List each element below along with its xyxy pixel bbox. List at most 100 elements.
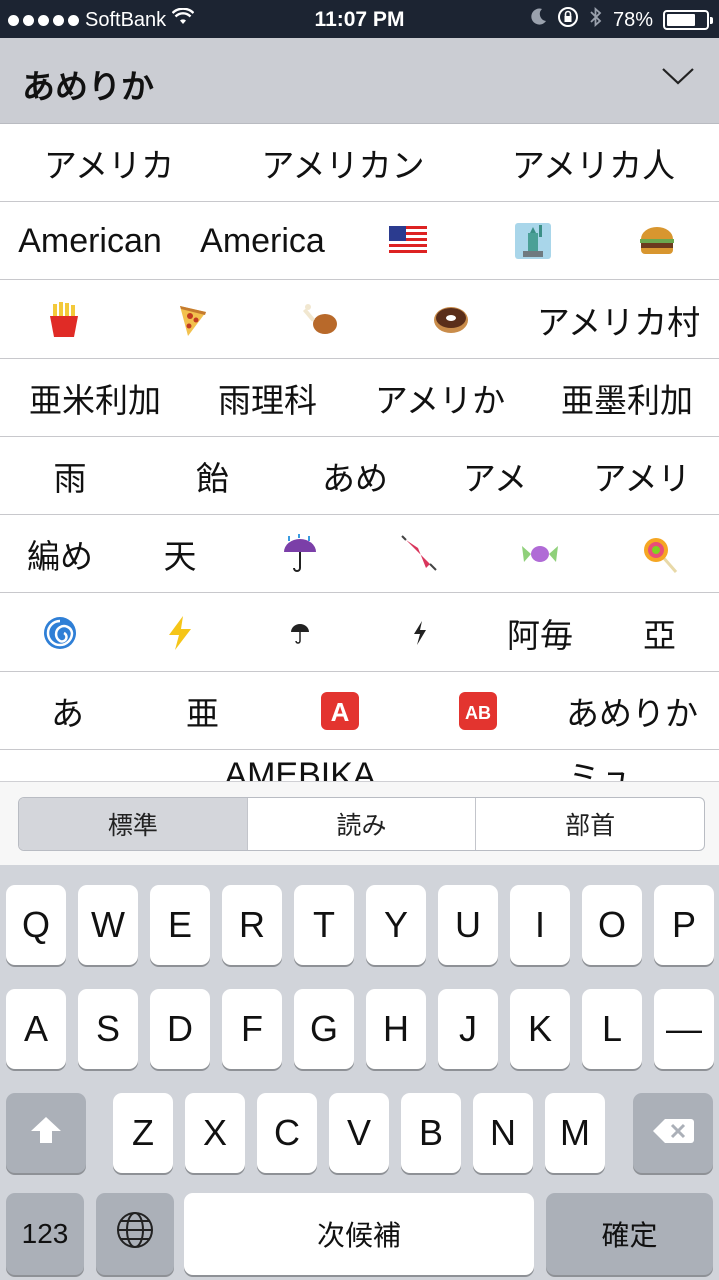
candidate-item[interactable]: 天 [120,515,240,593]
svg-text:A: A [331,697,350,727]
candidate-item[interactable]: ミュ [520,736,680,781]
key-b[interactable]: B [401,1093,461,1173]
key-n[interactable]: N [473,1093,533,1173]
candidate-row: 雨 飴 あめ アメ アメリ [0,437,719,515]
svg-text:AB: AB [465,703,491,723]
shift-arrow-icon [29,1112,63,1154]
segment-standard[interactable]: 標準 [19,798,248,850]
pizza-icon[interactable] [128,281,258,359]
candidate-item[interactable]: あめ [285,437,425,515]
candidate-item[interactable]: アメリカン [218,124,468,202]
lollipop-icon[interactable] [600,515,719,593]
key-u[interactable]: U [438,885,498,965]
candidate-item[interactable]: 亜米利加 [0,359,190,437]
battery-percent: 78% [612,8,653,31]
statue-of-liberty-icon[interactable] [470,202,595,280]
candidate-item[interactable]: あ [0,672,135,750]
key-m[interactable]: M [545,1093,605,1173]
candidate-row: アメリカ村 [0,281,719,359]
key-s[interactable]: S [78,989,138,1069]
candidate-bar: あめりか [0,38,719,124]
key-c[interactable]: C [257,1093,317,1173]
key-o[interactable]: O [582,885,642,965]
hamburger-icon[interactable] [595,202,719,280]
candidate-item[interactable]: アメリカ [0,124,218,202]
shift-key[interactable] [6,1093,86,1173]
segment-reading[interactable]: 読み [248,798,477,850]
candidate-item[interactable]: アメリカ人 [468,124,719,202]
numbers-key[interactable]: 123 [6,1193,84,1275]
globe-key[interactable] [96,1193,174,1275]
delete-key[interactable] [633,1093,713,1173]
candidate-row: アメリカ アメリカン アメリカ人 [0,124,719,202]
candidate-item[interactable]: 阿毎 [480,594,600,672]
candidate-item[interactable]: 亜墨利加 [535,359,719,437]
high-voltage-icon[interactable] [120,594,240,672]
candidate-item[interactable]: American [0,202,180,280]
key-j[interactable]: J [438,989,498,1069]
key-f[interactable]: F [222,989,282,1069]
candy-icon[interactable] [480,515,600,593]
keyboard: Q W E R T Y U I O P A S D F G H J K L — … [0,865,719,1280]
key-t[interactable]: T [294,885,354,965]
key-r[interactable]: R [222,885,282,965]
bluetooth-icon [589,6,603,34]
candidate-row: 亜米利加 雨理科 アメリか 亜墨利加 [0,359,719,437]
candidate-row-partial: AMEBIKA ミュ [0,750,719,782]
candidate-row: 編め 天 [0,515,719,593]
cyclone-icon[interactable] [0,594,120,672]
conversion-mode-segmented-control: 標準 読み 部首 [18,797,705,851]
status-right: 78% [531,6,713,34]
candidate-row: American America [0,202,719,280]
lightning-small-icon[interactable] [360,594,480,672]
umbrella-small-icon[interactable] [240,594,360,672]
candidate-item[interactable]: America [180,202,345,280]
key-p[interactable]: P [654,885,714,965]
key-w[interactable]: W [78,885,138,965]
backspace-icon [651,1112,695,1154]
key-z[interactable]: Z [113,1093,173,1173]
candidate-item[interactable]: 亞 [600,594,719,672]
confirm-key[interactable]: 確定 [546,1193,713,1275]
poultry-leg-icon[interactable] [258,281,383,359]
candidate-item[interactable]: 雨 [0,437,140,515]
candidate-item[interactable]: 雨理科 [190,359,345,437]
key-v[interactable]: V [329,1093,389,1173]
candidate-row: 阿毎 亞 [0,594,719,672]
moon-icon [531,8,547,32]
rotation-lock-icon [557,6,579,34]
key-x[interactable]: X [185,1093,245,1173]
candidate-item[interactable]: アメリ [565,437,719,515]
closed-umbrella-icon[interactable] [360,515,480,593]
key-a[interactable]: A [6,989,66,1069]
segment-radical[interactable]: 部首 [476,798,704,850]
key-q[interactable]: Q [6,885,66,965]
key-l[interactable]: L [582,989,642,1069]
status-bar: SoftBank 11:07 PM 78% [0,0,719,38]
candidate-item[interactable]: アメ [425,437,565,515]
conversion-mode-area: 標準 読み 部首 [0,781,719,866]
globe-icon [116,1211,154,1258]
candidate-item[interactable]: 編め [0,515,120,593]
umbrella-rain-icon[interactable] [240,515,360,593]
key-i[interactable]: I [510,885,570,965]
candidate-item[interactable]: アメリか [345,359,535,437]
candidate-item[interactable]: 飴 [140,437,285,515]
key-long-dash[interactable]: — [654,989,714,1069]
key-y[interactable]: Y [366,885,426,965]
candidate-item[interactable]: アメリカ村 [518,281,719,359]
key-g[interactable]: G [294,989,354,1069]
candidate-grid: アメリカ アメリカン アメリカ人 American America アメリカ村 [0,124,719,781]
candidate-item[interactable]: AMEBIKA [150,736,450,782]
chevron-down-icon[interactable] [661,66,695,90]
input-reading: あめりか [22,67,154,106]
key-d[interactable]: D [150,989,210,1069]
doughnut-icon[interactable] [383,281,518,359]
battery-icon [663,10,713,30]
fries-icon[interactable] [0,281,128,359]
key-h[interactable]: H [366,989,426,1069]
key-e[interactable]: E [150,885,210,965]
us-flag-icon[interactable] [345,202,470,280]
next-candidate-key[interactable]: 次候補 [184,1193,534,1275]
key-k[interactable]: K [510,989,570,1069]
